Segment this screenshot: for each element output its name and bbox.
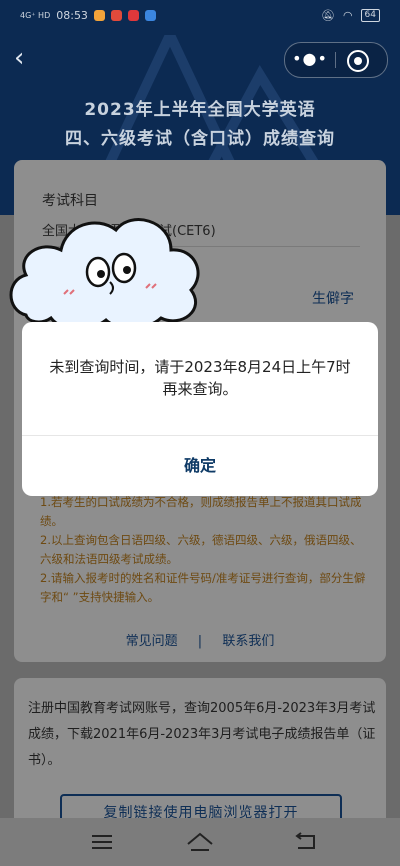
menu-icon[interactable] bbox=[88, 830, 118, 854]
contact-link[interactable]: 联系我们 bbox=[222, 634, 274, 649]
note-item: 2.以上查询包含日语四级、六级，德语四级、六级，俄语四级、六级和法语四级考试成绩… bbox=[40, 533, 362, 566]
help-links: 常见问题 | 联系我们 bbox=[14, 630, 386, 649]
return-icon[interactable] bbox=[290, 830, 320, 854]
app-notification-icon bbox=[110, 10, 122, 21]
register-card: 注册中国教育考试网账号，查询2005年6月-2023年3月考试成绩，下载2021… bbox=[14, 678, 386, 838]
app-notification-icon bbox=[127, 10, 139, 21]
mini-program-capsule: •●• bbox=[284, 42, 388, 78]
alert-dialog: 未到查询时间，请于2023年8月24日上午7时再来查询。 确定 bbox=[22, 322, 378, 496]
page-title-line1: 2023年上半年全国大学英语 bbox=[84, 100, 316, 120]
network-indicator: 4G⁺ HD bbox=[20, 11, 51, 20]
page-title-line2: 四、六级考试（含口试）成绩查询 bbox=[65, 129, 335, 149]
system-nav-bar bbox=[0, 818, 400, 866]
clock: 08:53 bbox=[56, 9, 88, 22]
link-separator: | bbox=[197, 634, 203, 649]
app-notification-icon bbox=[144, 10, 156, 21]
back-icon[interactable]: ‹ bbox=[14, 44, 38, 72]
subject-label: 考试科目 bbox=[42, 193, 98, 209]
home-icon[interactable] bbox=[185, 830, 215, 854]
confirm-button[interactable]: 确定 bbox=[22, 436, 378, 496]
battery-icon: 64 bbox=[360, 9, 380, 22]
close-mini-program-icon[interactable] bbox=[347, 50, 369, 72]
rare-char-button[interactable]: 生僻字 bbox=[312, 288, 354, 308]
cloud-mascot bbox=[9, 218, 200, 330]
wifi-icon: ◠ bbox=[342, 9, 353, 22]
faq-link[interactable]: 常见问题 bbox=[126, 634, 178, 649]
notes-section: 1.若考生的口试成绩为不合格，则成绩报告单上不报道其口试成绩。 2.以上查询包含… bbox=[40, 493, 366, 607]
note-item: 1.若考生的口试成绩为不合格，则成绩报告单上不报道其口试成绩。 bbox=[40, 495, 362, 528]
note-item: 2.请输入报考时的姓名和证件号码/准考证号进行查询，部分生僻字和“ ”支持快捷输… bbox=[40, 571, 366, 604]
capsule-divider bbox=[335, 52, 336, 68]
status-bar: 4G⁺ HD 08:53 🔕︎ ◠ 64 bbox=[0, 0, 400, 30]
mute-icon: 🔕︎ bbox=[320, 9, 335, 22]
app-notification-icon bbox=[93, 10, 105, 21]
more-icon[interactable]: •●• bbox=[285, 43, 335, 77]
dialog-message: 未到查询时间，请于2023年8月24日上午7时再来查询。 bbox=[49, 358, 351, 398]
register-info: 注册中国教育考试网账号，查询2005年6月-2023年3月考试成绩，下载2021… bbox=[28, 701, 376, 768]
